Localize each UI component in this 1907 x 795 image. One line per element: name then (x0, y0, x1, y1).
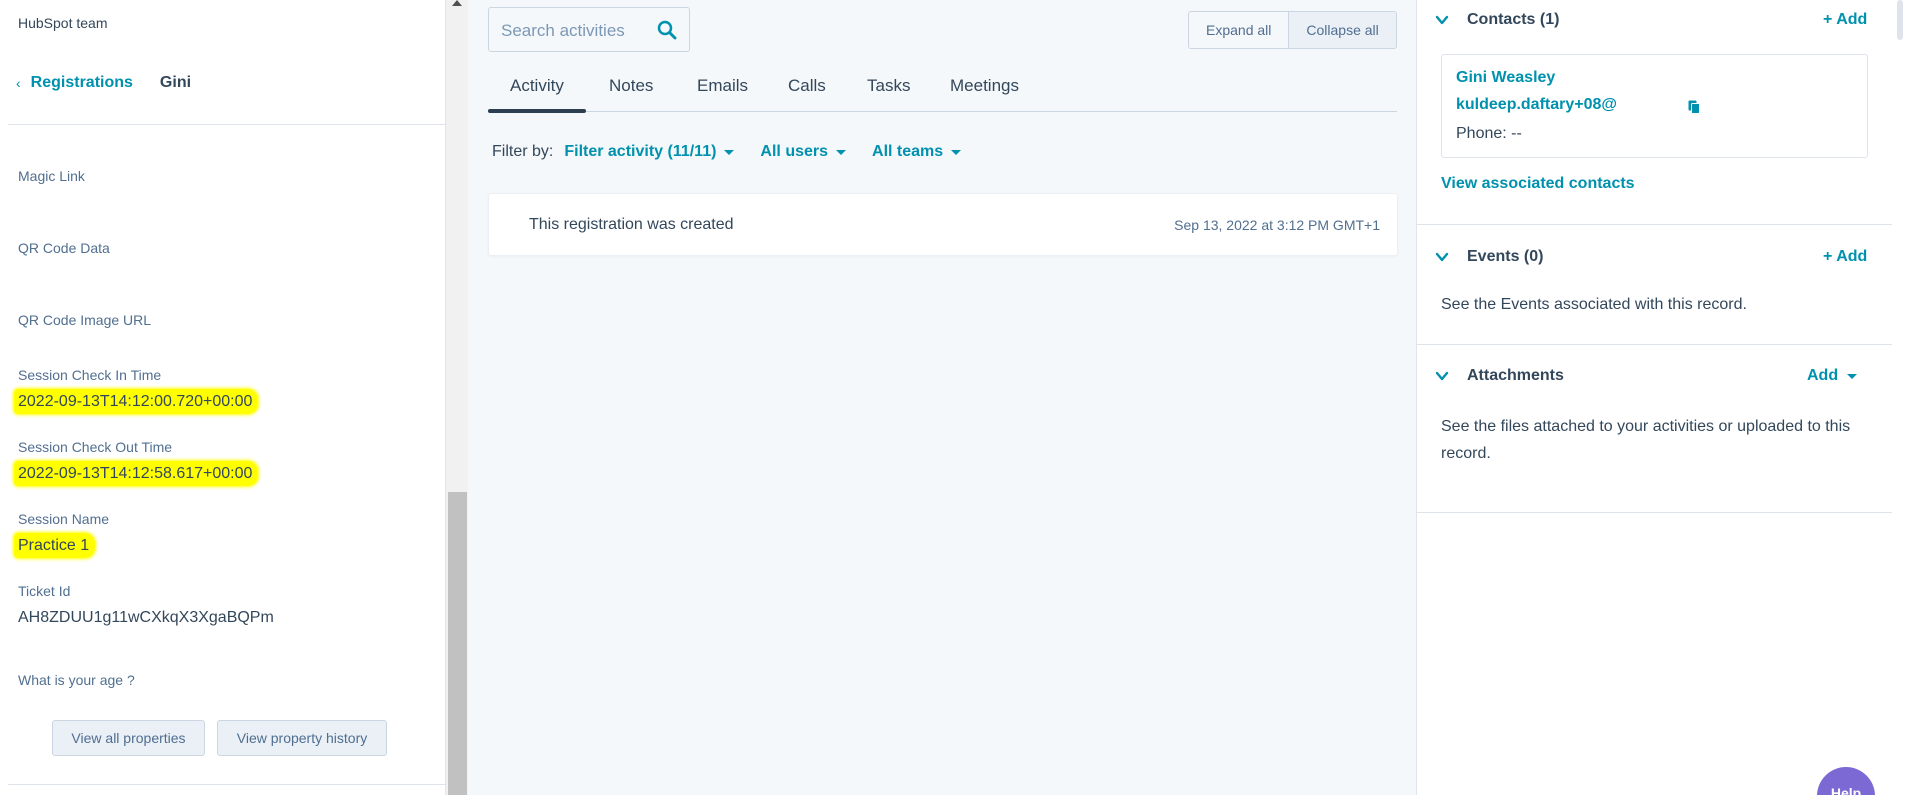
property-value-check-in[interactable]: 2022-09-13T14:12:00.720+00:00 (14, 389, 259, 414)
record-name: Gini (159, 74, 192, 91)
scrollbar-thumb[interactable] (1897, 0, 1903, 40)
contacts-title: Contacts (1) (1467, 11, 1560, 28)
property-label-age: What is your age ? (18, 672, 135, 688)
tab-activity[interactable]: Activity (488, 76, 586, 113)
divider (8, 124, 445, 125)
all-teams-label: All teams (872, 143, 944, 160)
property-value-check-out[interactable]: 2022-09-13T14:12:58.617+00:00 (14, 461, 259, 486)
tab-calls[interactable]: Calls (788, 76, 826, 96)
caret-down-icon (724, 149, 735, 155)
activity-tabs: Activity Notes Emails Calls Tasks Meetin… (488, 68, 1397, 113)
tab-notes[interactable]: Notes (609, 76, 653, 96)
highlighted-check-out-value: 2022-09-13T14:12:58.617+00:00 (14, 461, 259, 486)
search-icon[interactable] (657, 20, 677, 40)
copy-icon[interactable] (1688, 100, 1700, 114)
contacts-section: Contacts (1) + Add Gini Weasley kuldeep.… (1417, 0, 1892, 225)
caret-down-icon (1847, 373, 1858, 379)
add-contact-button[interactable]: + Add (1823, 11, 1867, 29)
attachments-title: Attachments (1467, 367, 1564, 384)
right-scrollbar[interactable] (1893, 0, 1907, 795)
contact-card: Gini Weasley kuldeep.daftary+08@ Phone: … (1441, 54, 1868, 158)
contact-phone: Phone: -- (1456, 125, 1522, 142)
property-label-check-out: Session Check Out Time (18, 439, 173, 455)
property-value-session-name[interactable]: Practice 1 (14, 533, 96, 558)
tab-tasks[interactable]: Tasks (867, 76, 910, 96)
highlighted-session-name-value: Practice 1 (14, 533, 96, 558)
property-value-ticket-id[interactable]: AH8ZDUU1g11wCXkqX3XgaBQPm (18, 609, 274, 627)
associations-panel: Contacts (1) + Add Gini Weasley kuldeep.… (1417, 0, 1907, 795)
contact-name-link[interactable]: Gini Weasley (1456, 69, 1555, 87)
attachments-header[interactable]: Attachments (1417, 367, 1564, 385)
activity-text: This registration was created (529, 216, 734, 233)
caret-down-icon (951, 149, 962, 155)
scroll-up-arrow-icon[interactable] (452, 0, 462, 6)
property-label-check-in: Session Check In Time (18, 367, 162, 383)
contact-email-link[interactable]: kuldeep.daftary+08@ (1456, 96, 1617, 114)
events-title: Events (0) (1467, 248, 1544, 265)
highlighted-check-in-value: 2022-09-13T14:12:00.720+00:00 (14, 389, 259, 414)
view-all-properties-button[interactable]: View all properties (52, 720, 205, 756)
record-sidebar-content: HubSpot team ‹ Registrations Gini Magic … (0, 0, 445, 795)
filter-row: Filter by: Filter activity (11/11) All u… (492, 143, 987, 161)
add-event-button[interactable]: + Add (1823, 248, 1867, 266)
chevron-down-icon[interactable] (1435, 13, 1449, 27)
expand-all-button[interactable]: Expand all (1189, 12, 1289, 48)
activity-timestamp: Sep 13, 2022 at 3:12 PM GMT+1 (1174, 217, 1380, 233)
caret-down-icon (836, 149, 847, 155)
attachments-section: Attachments Add See the files attached t… (1417, 345, 1892, 513)
breadcrumb-registrations-link[interactable]: Registrations (31, 74, 133, 92)
filter-activity-dropdown[interactable]: Filter activity (11/11) (564, 143, 735, 161)
divider (8, 784, 445, 785)
expand-collapse-group: Expand all Collapse all (1188, 11, 1397, 49)
contacts-header[interactable]: Contacts (1) (1417, 11, 1559, 29)
all-users-dropdown[interactable]: All users (760, 143, 847, 161)
chevron-down-icon[interactable] (1435, 250, 1449, 264)
record-sidebar: HubSpot team ‹ Registrations Gini Magic … (0, 0, 445, 795)
team-label: HubSpot team (18, 15, 108, 31)
all-teams-dropdown[interactable]: All teams (872, 143, 962, 161)
chevron-left-icon[interactable]: ‹ (16, 75, 21, 91)
property-label-qr-code-image-url: QR Code Image URL (18, 312, 152, 328)
filter-by-label: Filter by: (492, 143, 554, 160)
activity-timeline-panel: Search activities Expand all Collapse al… (468, 0, 1417, 795)
activity-item[interactable]: This registration was created Sep 13, 20… (488, 193, 1398, 256)
search-activities-input[interactable]: Search activities (488, 7, 690, 52)
events-header[interactable]: Events (0) (1417, 248, 1543, 266)
search-placeholder: Search activities (501, 21, 625, 40)
left-scrollbar[interactable] (445, 0, 468, 795)
events-description: See the Events associated with this reco… (1441, 296, 1747, 313)
tab-emails[interactable]: Emails (697, 76, 748, 96)
breadcrumb: ‹ Registrations Gini (16, 74, 191, 92)
collapse-all-button[interactable]: Collapse all (1288, 12, 1396, 48)
attachments-description: See the files attached to your activitie… (1441, 418, 1851, 462)
property-label-session-name: Session Name (18, 511, 110, 527)
add-attachment-dropdown[interactable]: Add (1807, 367, 1858, 385)
property-label-magic-link: Magic Link (18, 168, 85, 184)
add-attachment-label: Add (1807, 367, 1839, 384)
view-associated-contacts-link[interactable]: View associated contacts (1441, 175, 1635, 193)
property-label-qr-code-data: QR Code Data (18, 240, 110, 256)
filter-activity-label: Filter activity (11/11) (564, 143, 717, 160)
events-section: Events (0) + Add See the Events associat… (1417, 225, 1892, 345)
view-property-history-button[interactable]: View property history (217, 720, 387, 756)
tab-meetings[interactable]: Meetings (950, 76, 1019, 96)
chevron-down-icon[interactable] (1435, 369, 1449, 383)
scrollbar-thumb[interactable] (448, 492, 467, 795)
all-users-label: All users (760, 143, 829, 160)
property-label-ticket-id: Ticket Id (18, 583, 71, 599)
